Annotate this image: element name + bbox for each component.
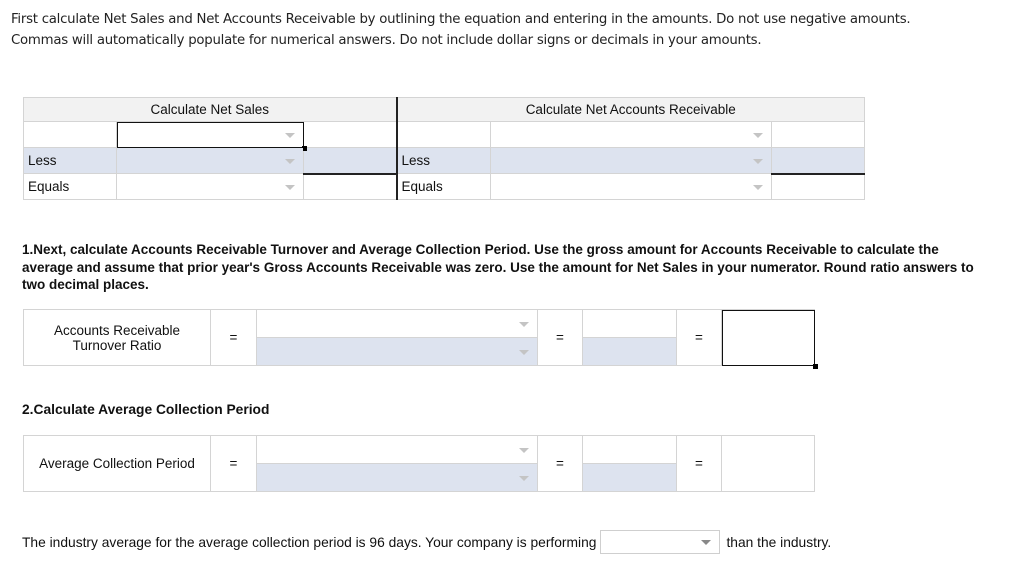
net-calculation-table: Calculate Net Sales Calculate Net Accoun…	[23, 97, 865, 200]
avg-collection-denominator-select[interactable]	[256, 463, 538, 492]
chevron-down-icon	[753, 158, 763, 164]
chevron-down-icon	[519, 447, 529, 453]
chevron-down-icon	[519, 475, 529, 481]
chevron-down-icon	[701, 540, 712, 545]
industry-comparison-text: The industry average for the average col…	[22, 534, 597, 550]
net-ar-row1-label	[395, 121, 491, 148]
net-sales-row3-label: Equals	[23, 173, 117, 200]
industry-comparison: The industry average for the average col…	[22, 530, 831, 554]
ar-turnover-denominator-select[interactable]	[256, 337, 538, 366]
avg-collection-table: Average Collection Period = = =	[23, 435, 815, 492]
net-ar-row3-amount-input[interactable]	[771, 173, 865, 200]
equals-sign: =	[676, 309, 722, 366]
instructions-line-1: First calculate Net Sales and Net Accoun…	[11, 12, 911, 27]
avg-collection-answer-input[interactable]	[721, 435, 815, 492]
industry-comparison-suffix: than the industry.	[726, 534, 832, 550]
net-sales-row1-account-select[interactable]	[116, 121, 307, 151]
question-1-instructions: 1.Next, calculate Accounts Receivable Tu…	[22, 242, 974, 292]
net-ar-row2-amount-input[interactable]	[771, 147, 865, 175]
net-ar-row3-label: Equals	[395, 173, 491, 200]
ar-turnover-numerator-select[interactable]	[256, 309, 538, 338]
net-sales-row1-amount-input[interactable]	[303, 121, 397, 148]
equals-sign: =	[210, 435, 257, 492]
net-ar-row1-account-select[interactable]	[490, 121, 772, 148]
ar-turnover-numerator-input[interactable]	[582, 309, 677, 338]
question-2-heading: 2.Calculate Average Collection Period	[22, 402, 270, 417]
ar-turnover-answer-input[interactable]	[721, 309, 818, 369]
equals-sign: =	[210, 309, 257, 366]
net-ar-row2-label: Less	[395, 147, 491, 174]
avg-collection-denominator-input[interactable]	[582, 463, 677, 492]
avg-collection-label: Average Collection Period	[23, 435, 211, 492]
avg-collection-numerator-select[interactable]	[256, 435, 538, 464]
equals-sign: =	[537, 309, 583, 366]
equals-sign: =	[537, 435, 583, 492]
chevron-down-icon	[285, 158, 295, 164]
net-sales-row2-label: Less	[23, 147, 117, 174]
chevron-down-icon	[519, 349, 529, 355]
instructions: First calculate Net Sales and Net Accoun…	[11, 9, 1011, 51]
ar-turnover-table: Accounts Receivable Turnover Ratio = = =	[23, 309, 818, 369]
net-sales-row1-label	[23, 121, 117, 148]
chevron-down-icon	[285, 132, 295, 138]
chevron-down-icon	[753, 132, 763, 138]
instructions-line-2: Commas will automatically populate for n…	[11, 33, 762, 48]
equals-sign: =	[676, 435, 722, 492]
avg-collection-numerator-input[interactable]	[582, 435, 677, 464]
resize-handle[interactable]	[813, 364, 818, 369]
net-sales-row2-account-select[interactable]	[116, 147, 304, 174]
net-ar-row1-amount-input[interactable]	[771, 121, 865, 148]
net-sales-row2-amount-input[interactable]	[303, 147, 397, 175]
performance-select[interactable]	[600, 530, 721, 554]
net-ar-header: Calculate Net Accounts Receivable	[395, 97, 865, 122]
chevron-down-icon	[285, 184, 295, 190]
ar-turnover-denominator-input[interactable]	[582, 337, 677, 366]
net-sales-row3-amount-input[interactable]	[303, 173, 397, 200]
ar-turnover-label: Accounts Receivable Turnover Ratio	[23, 309, 211, 366]
net-ar-row3-account-select[interactable]	[490, 173, 772, 200]
net-sales-header: Calculate Net Sales	[23, 97, 397, 122]
net-ar-row2-account-select[interactable]	[490, 147, 772, 174]
net-sales-row3-account-select[interactable]	[116, 173, 304, 200]
chevron-down-icon	[519, 321, 529, 327]
chevron-down-icon	[753, 184, 763, 190]
